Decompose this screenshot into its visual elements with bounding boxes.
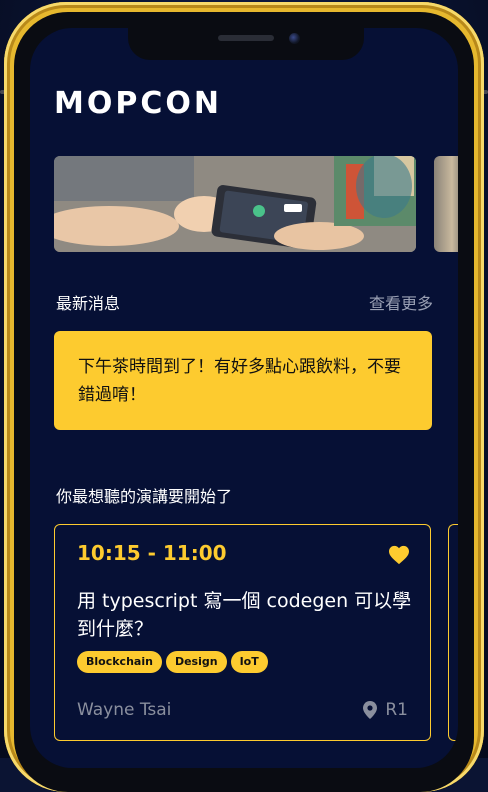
earpiece-speaker xyxy=(218,35,274,41)
app-logo: MOPCON xyxy=(54,86,222,121)
banner-carousel-next-item[interactable] xyxy=(434,156,458,252)
news-section-title: 最新消息 xyxy=(56,294,121,313)
tag-chip[interactable]: Blockchain xyxy=(77,651,162,673)
session-tags: Blockchain Design IoT xyxy=(77,651,268,673)
sessions-section-title: 你最想聽的演講要開始了 xyxy=(56,487,233,506)
session-room-label: R1 xyxy=(385,700,408,720)
banner-carousel-item[interactable] xyxy=(54,156,416,252)
news-card-text: 下午茶時間到了！有好多點心跟飲料，不要錯過唷！ xyxy=(78,357,401,405)
heart-icon[interactable] xyxy=(388,545,410,565)
session-card-next[interactable] xyxy=(448,524,458,741)
location-pin-icon xyxy=(363,701,378,719)
see-more-link[interactable]: 查看更多 xyxy=(369,290,433,314)
banner-photo xyxy=(54,156,416,252)
session-time: 10:15 - 11:00 xyxy=(77,541,227,565)
front-camera xyxy=(289,33,300,44)
session-title: 用 typescript 寫一個 codegen 可以學到什麼？ xyxy=(77,590,412,640)
session-card[interactable]: 10:15 - 11:00 用 typescript 寫一個 codegen 可… xyxy=(54,524,431,741)
session-speaker: Wayne Tsai xyxy=(77,700,172,720)
tag-chip[interactable]: Design xyxy=(165,651,227,673)
tag-chip[interactable]: IoT xyxy=(230,651,268,673)
notch xyxy=(128,28,364,60)
app-screen: MOPCON 最新消息 查看更多 下午茶時間到了！有好多點心跟飲料，不要錯過唷！… xyxy=(30,28,458,768)
session-room: R1 xyxy=(363,700,408,720)
news-card[interactable]: 下午茶時間到了！有好多點心跟飲料，不要錯過唷！ xyxy=(54,331,432,430)
